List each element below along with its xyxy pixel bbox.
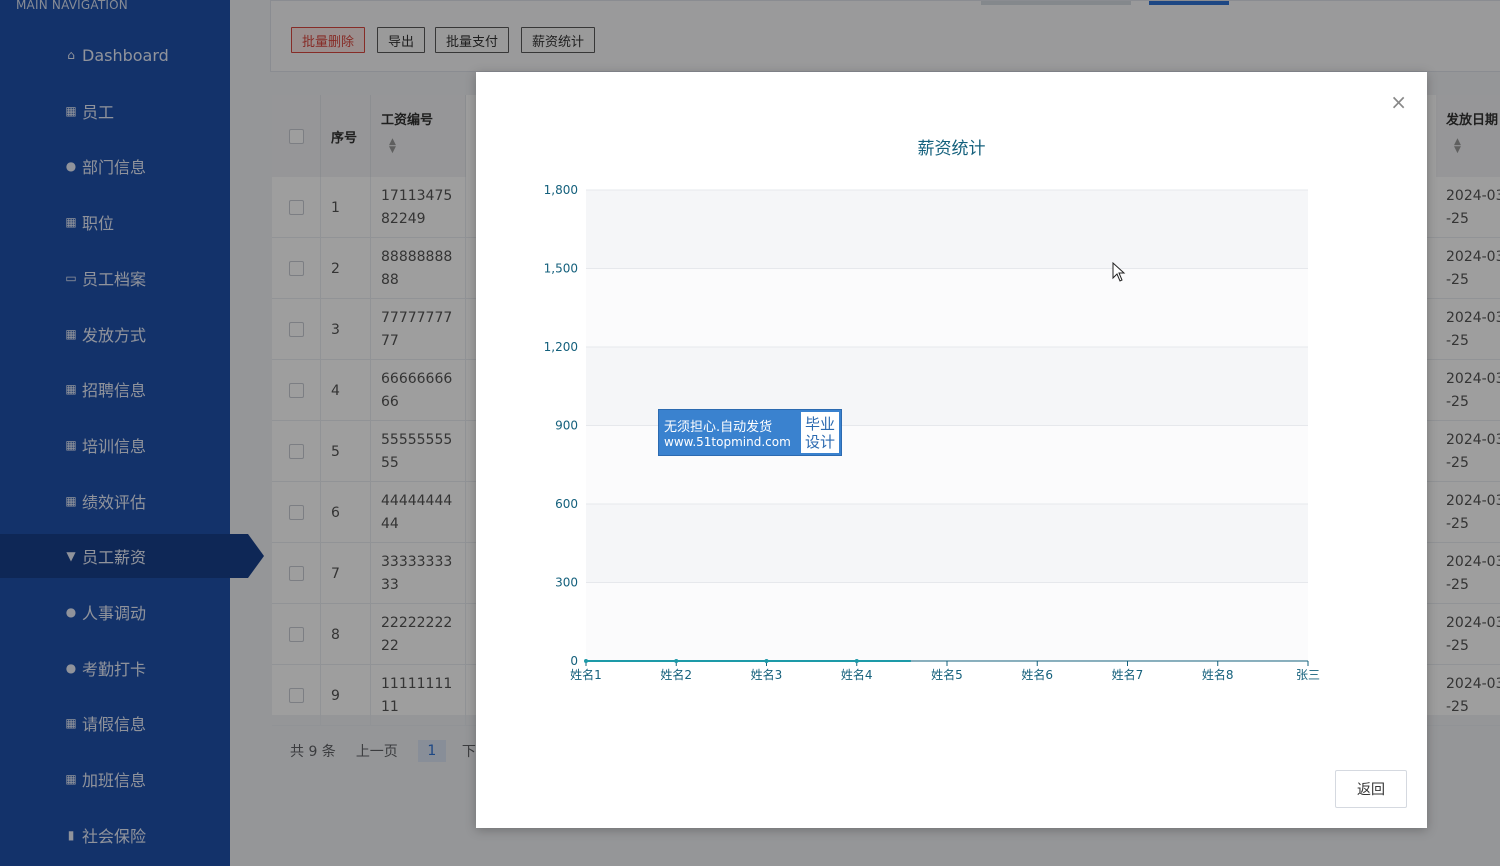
series-point [584, 659, 588, 663]
grid-band [586, 190, 1308, 269]
series-point [854, 659, 859, 663]
x-tick-label: 姓名1 [570, 667, 602, 682]
y-tick-label: 900 [555, 419, 578, 433]
grid-band [586, 268, 1308, 347]
watermark-right1: 毕业 [804, 414, 835, 433]
back-button[interactable]: 返回 [1335, 770, 1407, 808]
x-tick-label: 姓名2 [660, 667, 692, 682]
chart-title: 薪资统计 [917, 139, 986, 159]
y-tick-label: 1,200 [544, 340, 578, 354]
series-point [764, 659, 769, 663]
watermark-right: 毕业 设计 [801, 412, 839, 453]
x-tick-label: 姓名6 [1021, 667, 1053, 682]
x-tick-label: 姓名4 [841, 667, 873, 682]
y-tick-label: 600 [555, 497, 578, 511]
watermark-url: www.51topmind.com [664, 435, 791, 449]
series-point [674, 659, 679, 663]
salary-stats-modal: × 薪资统计 0 300 600 900 1,200 1,500 1,800 姓名1 姓名2 姓名… [476, 72, 1427, 828]
watermark-badge: 无须担心.自动发货 www.51topmind.com 毕业 设计 [658, 409, 842, 456]
x-tick-label: 姓名5 [931, 667, 963, 682]
grid-band [586, 582, 1308, 661]
y-tick-label: 300 [555, 576, 578, 590]
watermark-right2: 设计 [804, 432, 835, 451]
y-tick-label: 1,500 [544, 262, 578, 276]
salary-line-chart: 0 300 600 900 1,200 1,500 1,800 姓名1 姓名2 姓名3 姓名4 姓名5… [544, 183, 1320, 682]
grid-band [586, 504, 1308, 583]
x-tick-label: 张三 [1296, 668, 1320, 682]
y-tick-label: 1,800 [544, 183, 578, 197]
x-tick-label: 姓名7 [1112, 667, 1144, 682]
mouse-cursor-icon [1112, 262, 1126, 282]
x-tick-label: 姓名3 [751, 667, 783, 682]
watermark-left: 无须担心.自动发货 www.51topmind.com [659, 410, 799, 455]
x-tick-label: 姓名8 [1202, 667, 1234, 682]
close-icon[interactable]: × [1390, 90, 1407, 114]
y-tick-label: 0 [570, 654, 578, 668]
watermark-line1: 无须担心.自动发货 [664, 420, 773, 435]
